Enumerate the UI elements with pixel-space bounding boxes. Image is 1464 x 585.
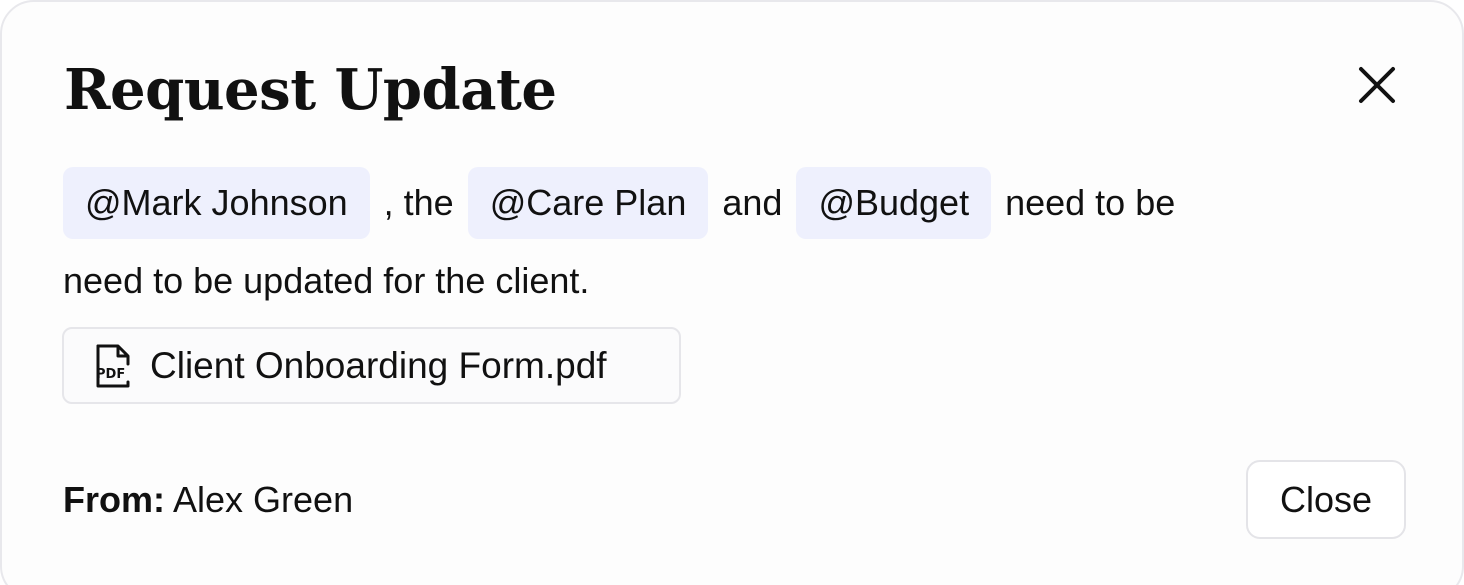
close-icon-button[interactable] (1351, 59, 1403, 111)
mention-care-plan[interactable]: @Care Plan (467, 167, 709, 239)
request-update-dialog: Request Update @Mark Johnson , the @Care… (0, 0, 1464, 585)
message-connector-2: and (722, 182, 783, 223)
svg-text:PDF: PDF (96, 367, 125, 382)
message-connector-3: need to be (1005, 182, 1176, 223)
attachment-file-name: Client Onboarding Form.pdf (150, 344, 607, 386)
from-line: From: Alex Green (63, 476, 353, 524)
pdf-file-icon: PDF (96, 344, 130, 387)
from-label: From: (63, 479, 165, 520)
dialog-title: Request Update (64, 57, 557, 123)
attachment-chip[interactable]: PDF Client Onboarding Form.pdf (62, 327, 681, 404)
from-value: Alex Green (173, 479, 354, 520)
close-button[interactable]: Close (1246, 460, 1406, 539)
close-icon (1359, 67, 1395, 103)
mention-mark-johnson[interactable]: @Mark Johnson (63, 167, 370, 239)
mention-budget[interactable]: @Budget (796, 167, 992, 239)
message-line-1: @Mark Johnson , the @Care Plan and @Budg… (63, 167, 1403, 239)
message-line-2: need to be updated for the client. (63, 260, 590, 301)
message-connector-1: , the (383, 182, 454, 223)
